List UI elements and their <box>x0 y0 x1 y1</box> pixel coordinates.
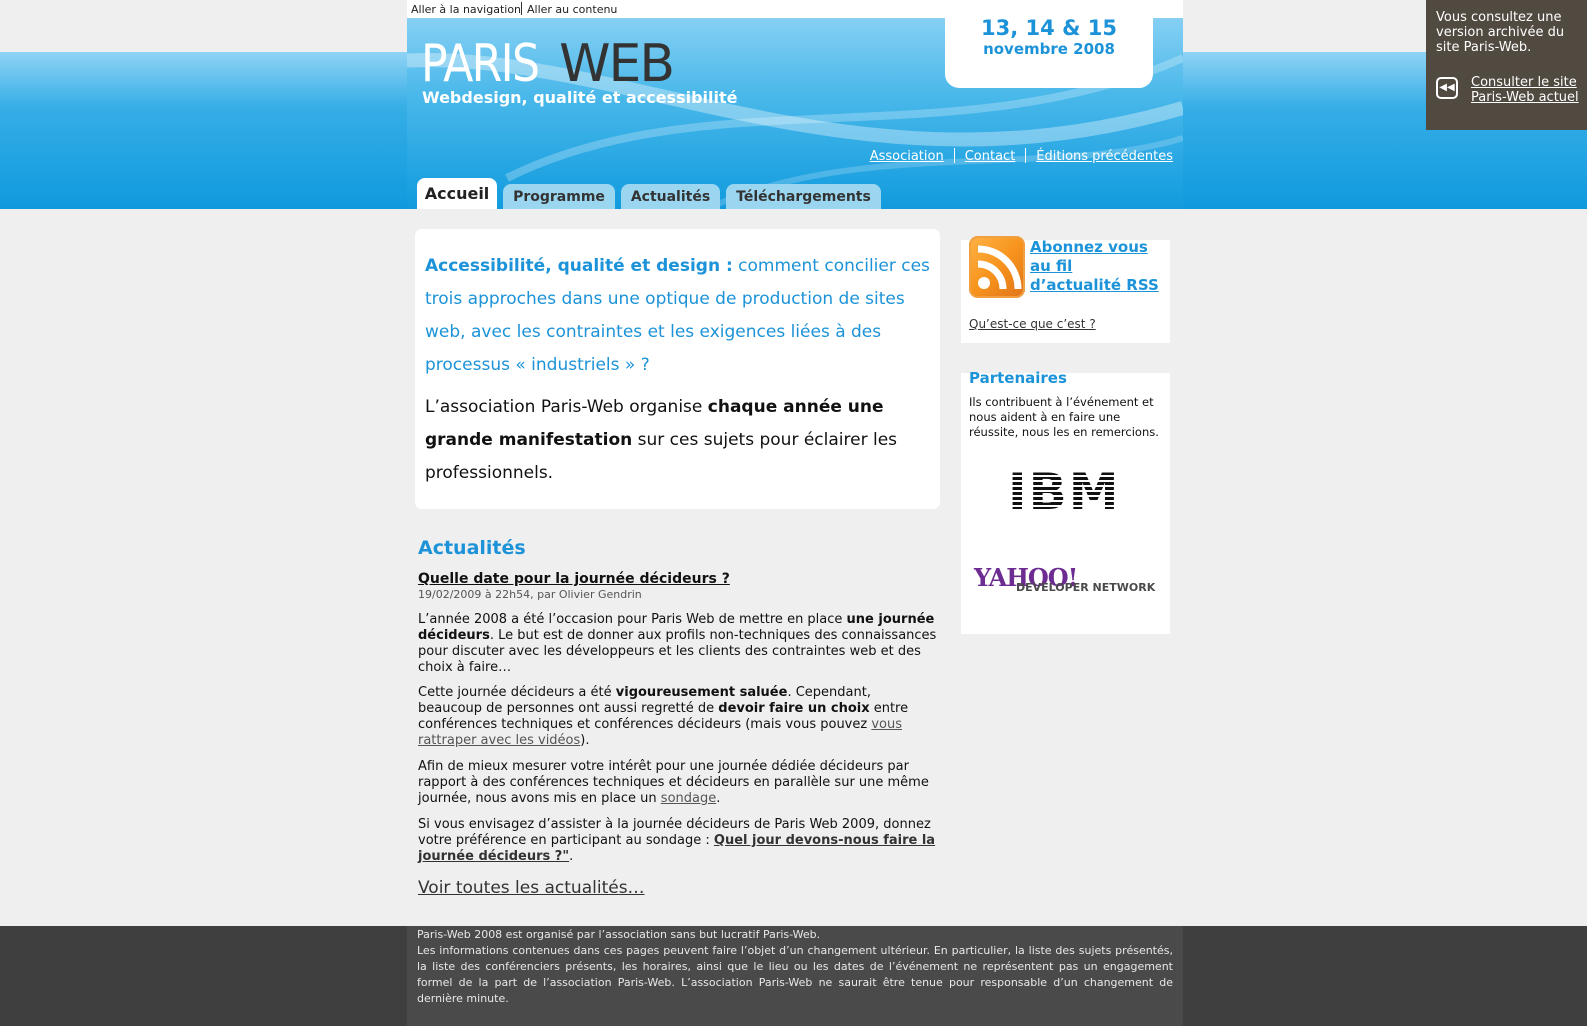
skip-to-content-link[interactable]: Aller au contenu <box>527 3 617 16</box>
util-link-association[interactable]: Association <box>870 149 944 164</box>
rewind-icon[interactable]: ◀◀ <box>1436 77 1458 99</box>
rss-icon[interactable] <box>969 236 1025 298</box>
skip-to-nav-link[interactable]: Aller à la navigation <box>411 3 521 16</box>
footer-disclaimer: Les informations contenues dans ces page… <box>417 944 1173 1005</box>
util-separator <box>953 148 955 163</box>
partners-text: Ils contribuent à l’événement et nous ai… <box>969 395 1159 439</box>
news-heading: Actualités <box>418 537 526 559</box>
news-text: Cette journée décideurs a été <box>418 685 616 700</box>
skip-separator <box>521 2 522 15</box>
header: Aller à la navigation Aller au contenu P… <box>407 0 1183 209</box>
all-news-link[interactable]: Voir toutes les actualités… <box>418 878 645 898</box>
news-title-link[interactable]: Quelle date pour la journée décideurs ? <box>418 571 730 587</box>
footer: Paris-Web 2008 est organisé par l’associ… <box>0 926 1587 1026</box>
partners-heading: Partenaires <box>969 369 1067 387</box>
news-meta: 19/02/2009 à 22h54, par Olivier Gendrin <box>418 588 642 601</box>
news-paragraph: Afin de mieux mesurer votre intérêt pour… <box>418 759 938 807</box>
logo-web: WEB <box>559 34 675 94</box>
news-paragraph: Cette journée décideurs a été vigoureuse… <box>418 685 938 749</box>
util-link-editions[interactable]: Éditions précédentes <box>1036 149 1173 164</box>
intro-lead-bold: Accessibilité, qualité et design : <box>425 256 733 276</box>
utility-nav: Association Contact Éditions précédentes <box>870 148 1173 164</box>
tab-programme[interactable]: Programme <box>503 184 615 209</box>
site-tagline: Webdesign, qualité et accessibilité <box>422 88 738 107</box>
news-bold: devoir faire un choix <box>718 701 870 716</box>
event-days: 13, 14 & 15 <box>981 16 1117 40</box>
current-site-link[interactable]: Consulter le site Paris-Web actuel <box>1471 75 1581 105</box>
intro-lead: Accessibilité, qualité et design : comme… <box>425 250 930 382</box>
news-text: L’année 2008 a été l’occasion pour Paris… <box>418 612 847 627</box>
news-text: . <box>716 791 721 806</box>
rss-what-link[interactable]: Qu’est-ce que c’est ? <box>969 317 1096 331</box>
event-month: novembre 2008 <box>983 40 1115 58</box>
intro-body-text: L’association Paris-Web organise <box>425 397 708 417</box>
ibm-logo[interactable]: IBM <box>1008 463 1126 521</box>
news-paragraph: Si vous envisagez d’assister à la journé… <box>418 817 938 865</box>
yahoo-logo[interactable]: YAHOO! DEVELOPER NETWORK <box>974 563 1155 594</box>
util-separator <box>1025 148 1027 163</box>
footer-inner: Paris-Web 2008 est organisé par l’associ… <box>407 926 1183 1026</box>
sondage-link[interactable]: sondage <box>661 791 716 806</box>
site-logo[interactable]: PARIS WEB <box>421 34 675 94</box>
footer-line-organizer: Paris-Web 2008 est organisé par l’associ… <box>417 928 821 941</box>
tab-telechargements[interactable]: Téléchargements <box>726 184 881 209</box>
intro-body: L’association Paris-Web organise chaque … <box>425 391 930 490</box>
logo-paris: PARIS <box>421 34 540 94</box>
news-text: . <box>569 849 574 864</box>
ibm-logo-text: IBM <box>1008 467 1120 513</box>
intro-box: Accessibilité, qualité et design : comme… <box>415 229 940 509</box>
tab-actualites[interactable]: Actualités <box>621 184 720 209</box>
util-link-contact[interactable]: Contact <box>965 149 1016 164</box>
rss-box: Abonnez vous au fil d’actualité RSS Qu’e… <box>961 236 1170 343</box>
tab-accueil[interactable]: Accueil <box>417 178 497 209</box>
event-dates: 13, 14 & 15 novembre 2008 <box>945 10 1153 88</box>
news-paragraph: L’année 2008 a été l’occasion pour Paris… <box>418 612 938 676</box>
news-text: ). <box>580 733 590 748</box>
yahoo-logo-sub: DEVELOPER NETWORK <box>1016 581 1156 594</box>
news-text: . Le but est de donner aux profils non-t… <box>418 628 937 675</box>
partners-box: Partenaires Ils contribuent à l’événemen… <box>961 369 1170 634</box>
rss-subscribe-link[interactable]: Abonnez vous au fil d’actualité RSS <box>1030 238 1165 295</box>
news-bold: vigoureusement saluée <box>615 685 788 700</box>
archive-notice: Vous consultez une version archivée du s… <box>1426 0 1587 130</box>
archive-text: Vous consultez une version archivée du s… <box>1436 10 1565 55</box>
